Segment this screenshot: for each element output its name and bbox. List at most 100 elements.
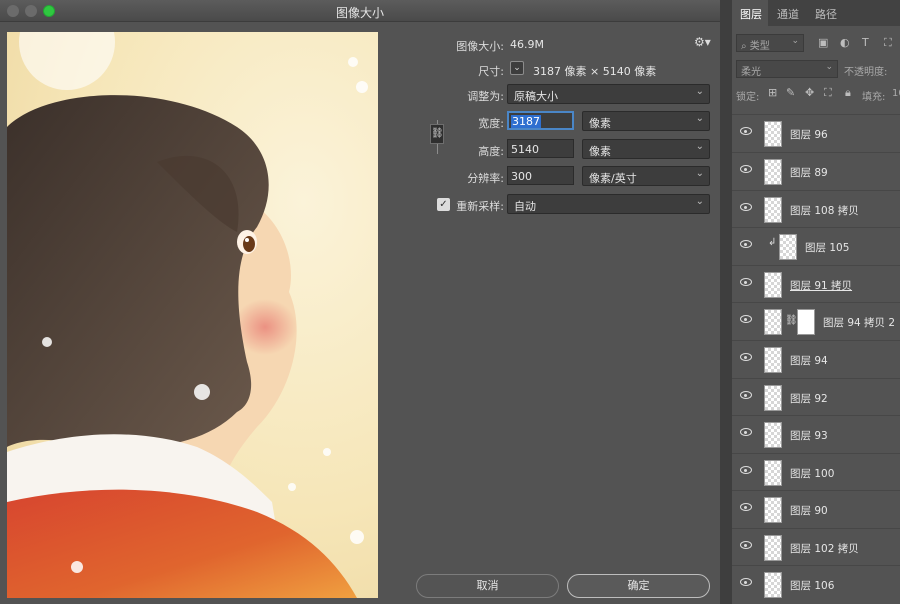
- layer-thumbnail: [764, 197, 782, 223]
- layer-thumbnail: [764, 121, 782, 147]
- filter-type-icon[interactable]: T: [862, 36, 869, 49]
- eye-icon[interactable]: [740, 240, 752, 248]
- height-unit-selected: 像素: [589, 145, 611, 158]
- chevron-down-icon: ⌄: [791, 36, 799, 46]
- layer-name: 图层 89: [790, 167, 828, 179]
- layer-thumbnail: [764, 535, 782, 561]
- layer-thumbnail: [779, 234, 797, 260]
- dimensions-unit-toggle[interactable]: ⌄: [510, 61, 524, 75]
- layer-row[interactable]: 图层 91 拷贝: [732, 265, 900, 302]
- eye-icon[interactable]: [740, 503, 752, 511]
- layer-name: 图层 93: [790, 430, 828, 442]
- layer-row[interactable]: 图层 92: [732, 378, 900, 415]
- tab-paths[interactable]: 路径: [815, 6, 837, 22]
- filter-pixel-icon[interactable]: ▣: [818, 36, 828, 49]
- layer-row[interactable]: 图层 93: [732, 415, 900, 452]
- layer-name: 图层 91 拷贝: [790, 280, 853, 292]
- eye-icon[interactable]: [740, 541, 752, 549]
- layer-filter-select[interactable]: ⌕ 类型 ⌄: [736, 34, 804, 52]
- height-unit-select[interactable]: 像素 ⌄: [582, 139, 710, 159]
- chevron-down-icon: ⌄: [695, 86, 704, 97]
- layer-filter-selected: 类型: [749, 41, 770, 52]
- lock-transparent-icon[interactable]: ⊞: [768, 86, 777, 99]
- eye-icon[interactable]: [740, 165, 752, 173]
- resolution-label: 分辨率:: [467, 172, 504, 185]
- mask-link-icon[interactable]: ⛓: [785, 315, 798, 326]
- resolution-unit-selected: 像素/英寸: [589, 172, 637, 185]
- lock-all-icon[interactable]: 🔒︎: [845, 86, 851, 100]
- blend-mode-selected: 柔光: [741, 67, 761, 78]
- layer-name: 图层 105: [805, 242, 850, 254]
- layer-row[interactable]: 图层 89: [732, 152, 900, 189]
- layer-thumbnail: [764, 422, 782, 448]
- layer-row[interactable]: 图层 108 拷贝: [732, 190, 900, 227]
- fit-to-selected: 原稿大小: [514, 90, 558, 103]
- layer-row[interactable]: 图层 100: [732, 453, 900, 490]
- fill-value[interactable]: 10: [892, 88, 900, 99]
- width-label: 宽度:: [478, 117, 504, 130]
- filter-adjustment-icon[interactable]: ◐: [840, 36, 850, 49]
- width-unit-select[interactable]: 像素 ⌄: [582, 111, 710, 131]
- preview-artwork: [7, 32, 368, 598]
- resolution-unit-select[interactable]: 像素/英寸 ⌄: [582, 166, 710, 186]
- filter-shape-icon[interactable]: ⛶: [884, 36, 892, 50]
- lock-image-icon[interactable]: ✎: [786, 86, 795, 99]
- lock-artboard-icon[interactable]: ⛶: [824, 86, 832, 100]
- resample-method-select[interactable]: 自动 ⌄: [507, 194, 710, 214]
- eye-icon[interactable]: [740, 391, 752, 399]
- height-input[interactable]: 5140: [507, 139, 574, 158]
- resolution-input[interactable]: 300: [507, 166, 574, 185]
- height-input-value: 5140: [511, 143, 539, 156]
- layer-name: 图层 96: [790, 129, 828, 141]
- ok-button[interactable]: 确定: [567, 574, 710, 598]
- layer-name: 图层 100: [790, 468, 835, 480]
- layer-row[interactable]: 图层 102 拷贝: [732, 528, 900, 565]
- dialog-titlebar[interactable]: 图像大小: [0, 0, 720, 22]
- resolution-input-value: 300: [511, 170, 532, 183]
- eye-icon[interactable]: [740, 353, 752, 361]
- layer-name: 图层 102 拷贝: [790, 543, 859, 555]
- width-unit-selected: 像素: [589, 117, 611, 130]
- eye-icon[interactable]: [740, 578, 752, 586]
- layer-thumbnail: [764, 497, 782, 523]
- image-size-dialog: 图像大小 ⚙▾ 图像大小: 46.9M 尺寸: ⌄ 3187 像素 × 5140…: [0, 0, 720, 604]
- layer-mask-thumbnail[interactable]: [797, 309, 815, 335]
- image-preview[interactable]: [7, 32, 378, 598]
- chevron-down-icon: ⌄: [695, 141, 704, 152]
- eye-icon[interactable]: [740, 278, 752, 286]
- clipping-mask-arrow-icon: ↲: [768, 237, 777, 248]
- eye-icon[interactable]: [740, 315, 752, 323]
- eye-icon[interactable]: [740, 466, 752, 474]
- dimensions-value: 3187 像素 × 5140 像素: [533, 65, 657, 78]
- layer-row[interactable]: 图层 94: [732, 340, 900, 377]
- settings-gear-icon[interactable]: ⚙▾: [694, 35, 711, 49]
- eye-icon[interactable]: [740, 127, 752, 135]
- lock-position-icon[interactable]: ✥: [805, 86, 814, 99]
- height-label: 高度:: [478, 145, 504, 158]
- layer-name: 图层 94 拷贝 2: [823, 317, 896, 329]
- layer-thumbnail: [764, 272, 782, 298]
- image-size-value: 46.9M: [510, 38, 544, 51]
- eye-icon[interactable]: [740, 203, 752, 211]
- layer-name: 图层 108 拷贝: [790, 205, 859, 217]
- tab-channels[interactable]: 通道: [777, 6, 799, 22]
- blend-mode-select[interactable]: 柔光 ⌄: [736, 60, 838, 78]
- layer-row[interactable]: 图层 90: [732, 490, 900, 527]
- width-input[interactable]: 3187: [507, 111, 574, 130]
- eye-icon[interactable]: [740, 428, 752, 436]
- layer-row[interactable]: 图层 96: [732, 114, 900, 151]
- layer-row[interactable]: 图层 106: [732, 565, 900, 602]
- lock-label: 锁定:: [736, 92, 760, 103]
- tab-layers[interactable]: 图层: [740, 6, 762, 22]
- layer-name: 图层 94: [790, 355, 828, 367]
- layer-thumbnail: [764, 159, 782, 185]
- layer-thumbnail: [764, 385, 782, 411]
- fit-to-select[interactable]: 原稿大小 ⌄: [507, 84, 710, 104]
- layers-list: 图层 96 图层 89 图层 108 拷贝 ↲ 图层 105 图层 91 拷贝 …: [732, 108, 900, 604]
- layer-thumbnail: [764, 460, 782, 486]
- layer-name: 图层 106: [790, 580, 835, 592]
- layer-row[interactable]: ↲ 图层 105: [732, 227, 900, 264]
- layer-row[interactable]: ⛓ 图层 94 拷贝 2: [732, 302, 900, 339]
- cancel-button[interactable]: 取消: [416, 574, 559, 598]
- layer-name: 图层 90: [790, 505, 828, 517]
